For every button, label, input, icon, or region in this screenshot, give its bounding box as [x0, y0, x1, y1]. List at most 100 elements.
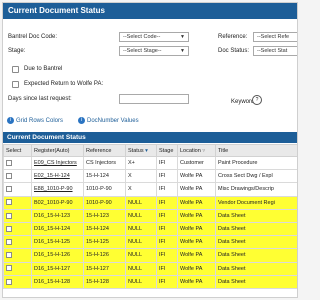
stage-cell: IFI	[156, 182, 178, 197]
row-select-checkbox[interactable]	[6, 199, 12, 206]
location-cell: Wolfe PA	[177, 274, 216, 289]
table-row[interactable]: D16_15-H-127 15-H-127 NULL IFI Wolfe PA Data …	[3, 261, 297, 276]
status-cell: NULL	[125, 235, 157, 250]
table-row[interactable]: E09_CS Injectors CS Injectors X+ IFI Custome…	[3, 155, 297, 171]
chevron-down-icon: ▼	[180, 48, 185, 54]
row-select-checkbox[interactable]	[6, 252, 12, 259]
chevron-down-icon: ▼	[180, 34, 185, 40]
table-row[interactable]: D16_15-H-128 15-H-128 NULL IFI Wolfe PA Data …	[3, 274, 297, 289]
location-cell: Wolfe PA	[177, 195, 216, 210]
register-cell: E02_15-H-124	[31, 169, 84, 184]
help-icon[interactable]: ?	[252, 95, 262, 105]
stage-select[interactable]: --Select Stage-- ▼	[119, 46, 189, 56]
location-cell: Wolfe PA	[177, 169, 216, 184]
grid-header-row: Select Register(Auto) Reference Status ▾…	[3, 144, 297, 157]
stage-cell: IFI	[156, 195, 178, 210]
reference-value: --Select Refe	[257, 34, 290, 40]
filter-icon[interactable]: ▿	[202, 148, 205, 154]
status-header-label: Status	[128, 147, 144, 154]
reference-cell: 15-H-124	[83, 169, 126, 184]
stage-cell: IFI	[156, 221, 178, 237]
row-select-checkbox[interactable]	[6, 225, 12, 232]
select-cell	[3, 274, 32, 289]
title-cell: Data Sheet	[215, 248, 297, 263]
table-row[interactable]: B02_1010-P-90 1010-P-90 NULL IFI Wolfe PA Ven…	[3, 195, 297, 210]
reference-cell: 15-H-125	[83, 235, 126, 250]
stage-label: Stage:	[8, 48, 26, 54]
bantrel-code-select[interactable]: --Select Code-- ▼	[119, 32, 189, 42]
stage-cell: IFI	[156, 274, 178, 289]
row-select-checkbox[interactable]	[6, 212, 12, 219]
expected-return-label: Expected Return to Wolfe PA:	[24, 81, 104, 87]
status-cell: NULL	[125, 274, 157, 289]
location-cell: Wolfe PA	[177, 261, 216, 276]
status-cell: NULL	[125, 195, 157, 210]
stage-cell: IFI	[156, 208, 178, 223]
row-select-checkbox[interactable]	[6, 173, 12, 180]
grid-colors-link[interactable]: Grid Rows Colors	[16, 118, 63, 124]
expected-return-checkbox[interactable]	[12, 81, 19, 88]
reference-select[interactable]: --Select Refe	[253, 32, 297, 42]
stage-cell: IFI	[156, 155, 178, 171]
stage-cell: IFI	[156, 248, 178, 263]
title-cell: Vendor Document Regi	[215, 195, 297, 210]
status-cell: X	[125, 169, 157, 184]
stage-cell: IFI	[156, 169, 178, 184]
location-cell: Customer	[177, 155, 216, 171]
table-row[interactable]: D16_15-H-124 15-H-124 NULL IFI Wolfe PA Data …	[3, 221, 297, 237]
register-cell: E09_CS Injectors	[31, 155, 84, 171]
table-row[interactable]: E88_1010-P-90 1010-P-90 X IFI Wolfe PA Misc D…	[3, 182, 297, 197]
row-select-checkbox[interactable]	[6, 159, 12, 166]
status-cell: X	[125, 182, 157, 197]
column-header-register[interactable]: Register(Auto)	[31, 144, 84, 157]
reference-cell: 15-H-124	[83, 221, 126, 237]
days-since-input[interactable]	[119, 94, 189, 104]
row-select-checkbox[interactable]	[6, 238, 12, 245]
column-header-title[interactable]: Title	[215, 144, 297, 157]
register-cell: D16_15-H-127	[31, 261, 84, 276]
status-cell: NULL	[125, 208, 157, 223]
stage-cell: IFI	[156, 261, 178, 276]
table-row[interactable]: E02_15-H-124 15-H-124 X IFI Wolfe PA Cross Se…	[3, 169, 297, 184]
select-cell	[3, 195, 32, 210]
column-header-stage[interactable]: Stage	[156, 144, 178, 157]
reference-cell: 1010-P-90	[83, 195, 126, 210]
select-cell	[3, 248, 32, 263]
row-select-checkbox[interactable]	[6, 186, 12, 193]
location-cell: Wolfe PA	[177, 182, 216, 197]
sort-desc-icon[interactable]: ▾	[145, 148, 148, 154]
register-cell: B02_1010-P-90	[31, 195, 84, 210]
table-row[interactable]: D16_15-H-126 15-H-126 NULL IFI Wolfe PA Data …	[3, 248, 297, 263]
reference-cell: 15-H-128	[83, 274, 126, 289]
register-cell: D16_15-H-128	[31, 274, 84, 289]
stage-value: --Select Stage--	[123, 48, 162, 54]
row-select-checkbox[interactable]	[6, 265, 12, 272]
title-cell: Cross Sect Dwg / Expl	[215, 169, 297, 184]
location-cell: Wolfe PA	[177, 221, 216, 237]
grid-title: Current Document Status	[3, 132, 297, 143]
register-cell: E88_1010-P-90	[31, 182, 84, 197]
bantrel-code-value: --Select Code--	[123, 34, 161, 40]
location-cell: Wolfe PA	[177, 235, 216, 250]
column-header-status[interactable]: Status ▾	[125, 144, 157, 157]
reference-cell: 15-H-127	[83, 261, 126, 276]
doc-status-select[interactable]: --Select Stat	[253, 46, 297, 56]
title-cell: Data Sheet	[215, 221, 297, 237]
column-header-select[interactable]: Select	[3, 144, 32, 157]
table-row[interactable]: D16_15-H-123 15-H-123 NULL IFI Wolfe PA Data …	[3, 208, 297, 223]
due-to-bantrel-checkbox[interactable]	[12, 66, 19, 73]
column-header-reference[interactable]: Reference	[83, 144, 126, 157]
table-row[interactable]: D16_15-H-125 15-H-125 NULL IFI Wolfe PA Data …	[3, 235, 297, 250]
title-cell: Data Sheet	[215, 235, 297, 250]
select-cell	[3, 155, 32, 171]
select-cell	[3, 182, 32, 197]
register-cell: D16_15-H-126	[31, 248, 84, 263]
column-header-location[interactable]: Location ▿	[177, 144, 216, 157]
status-cell: NULL	[125, 248, 157, 263]
document-grid: Select Register(Auto) Reference Status ▾…	[3, 144, 297, 289]
row-select-checkbox[interactable]	[6, 278, 12, 285]
location-cell: Wolfe PA	[177, 248, 216, 263]
register-cell: D16_15-H-123	[31, 208, 84, 223]
select-cell	[3, 235, 32, 250]
docnumber-link[interactable]: DocNumber Values	[87, 118, 139, 124]
